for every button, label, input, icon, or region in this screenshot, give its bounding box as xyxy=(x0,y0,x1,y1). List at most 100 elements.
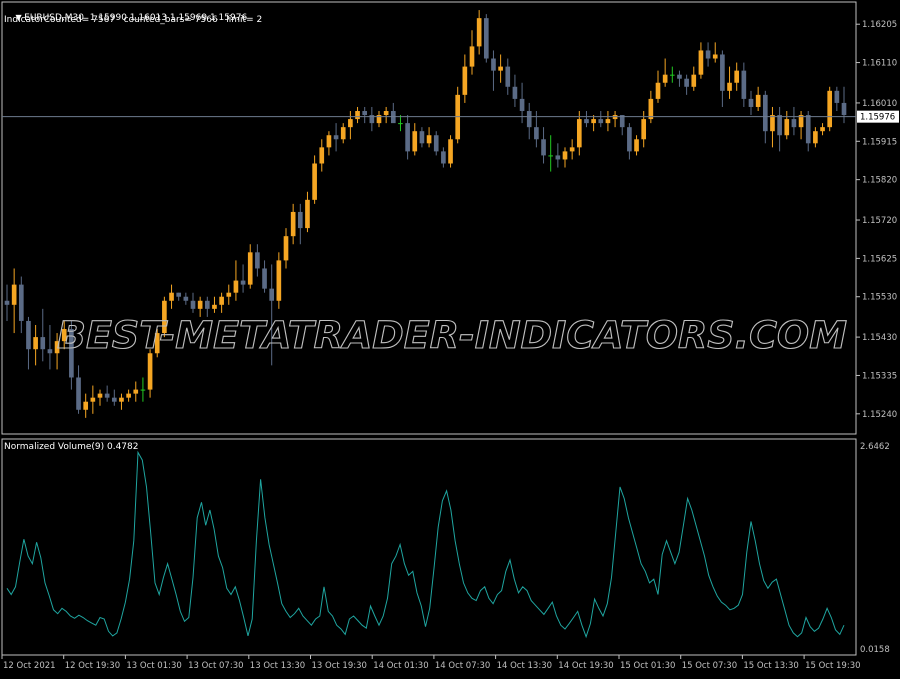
candle-body xyxy=(305,199,310,229)
candle-body xyxy=(712,54,718,59)
candle-body xyxy=(548,155,554,157)
candle-body xyxy=(491,58,496,71)
price-tick-label: 1.15625 xyxy=(862,254,897,264)
candle-body xyxy=(405,123,410,152)
candle-body xyxy=(691,74,697,87)
candle-body xyxy=(133,389,139,394)
candle-body xyxy=(684,78,689,87)
candle-body xyxy=(419,131,425,144)
time-tick-label: 15 Oct 19:30 xyxy=(805,661,860,671)
candle-body xyxy=(526,111,532,128)
candle-body xyxy=(555,155,561,160)
price-tick-label: 1.15335 xyxy=(862,371,897,381)
price-tick-label: 1.16010 xyxy=(862,99,897,109)
candle-body xyxy=(283,236,289,261)
candle-body xyxy=(219,296,224,305)
candle-body xyxy=(140,389,146,391)
candle-body xyxy=(777,115,782,136)
time-tick-label: 14 Oct 13:30 xyxy=(497,661,552,671)
watermark-text: BEST-METATRADER-INDICATORS.COM xyxy=(57,314,847,357)
candle-body xyxy=(576,119,582,148)
time-tick-label: 15 Oct 13:30 xyxy=(743,661,798,671)
candle-body xyxy=(290,211,296,237)
candle-body xyxy=(190,300,196,309)
candle-body xyxy=(605,119,611,124)
candle-body xyxy=(541,139,546,156)
indicator-counter-label: IndicatorCounted= 7567 counted_bars= 756… xyxy=(4,15,263,25)
candle-body xyxy=(770,115,775,132)
candle-body xyxy=(476,18,482,47)
candle-body xyxy=(669,74,675,76)
candle-body xyxy=(240,280,246,285)
time-tick-label: 14 Oct 01:30 xyxy=(373,661,428,671)
candle-body xyxy=(426,135,432,144)
candle-body xyxy=(26,320,31,350)
candle-body xyxy=(655,82,661,99)
candle-body xyxy=(598,119,604,124)
candle-body xyxy=(97,393,103,398)
candle-body xyxy=(212,304,217,309)
candle-body xyxy=(340,127,346,140)
price-tick-label: 1.15430 xyxy=(862,333,897,343)
candle-body xyxy=(505,66,511,87)
candle-body xyxy=(820,127,825,132)
candle-body xyxy=(362,111,368,116)
candle-body xyxy=(627,127,632,152)
candle-body xyxy=(734,70,740,83)
time-tick-label: 13 Oct 13:30 xyxy=(250,661,305,671)
time-tick-label: 13 Oct 07:30 xyxy=(188,661,243,671)
candle-body xyxy=(469,46,475,67)
candle-body xyxy=(111,397,117,402)
candle-body xyxy=(483,18,489,59)
candle-body xyxy=(591,119,596,124)
price-tick-label: 1.15530 xyxy=(862,293,897,303)
candle-body xyxy=(398,123,403,125)
price-tick-label: 1.16110 xyxy=(862,59,897,69)
candle-body xyxy=(805,115,811,144)
current-price-label: 1.15976 xyxy=(860,113,895,123)
candle-body xyxy=(827,90,833,128)
candle-body xyxy=(11,284,17,305)
candle-body xyxy=(76,377,81,410)
time-tick-label: 13 Oct 01:30 xyxy=(126,661,181,671)
price-tick-label: 1.16205 xyxy=(862,20,897,30)
candle-body xyxy=(519,98,525,112)
candle-body xyxy=(462,66,468,95)
candle-body xyxy=(534,127,539,140)
candle-body xyxy=(433,135,439,152)
candle-body xyxy=(255,252,260,269)
time-tick-label: 14 Oct 07:30 xyxy=(435,661,490,671)
candle-body xyxy=(648,98,654,120)
candle-body xyxy=(204,300,210,309)
candle-body xyxy=(47,349,53,354)
time-tick-label: 15 Oct 01:30 xyxy=(620,661,675,671)
candle-body xyxy=(562,151,568,160)
time-tick-label: 13 Oct 19:30 xyxy=(312,661,367,671)
candle-body xyxy=(176,292,182,297)
candle-body xyxy=(705,50,711,59)
candle-body xyxy=(784,119,790,136)
candle-body xyxy=(383,111,389,116)
candle-body xyxy=(4,300,10,305)
candle-body xyxy=(569,147,575,152)
candle-body xyxy=(662,74,668,83)
time-tick-label: 12 Oct 2021 xyxy=(3,661,56,671)
candle-body xyxy=(147,353,153,390)
time-tick-label: 12 Oct 19:30 xyxy=(65,661,120,671)
candle-body xyxy=(762,94,768,132)
candle-body xyxy=(813,131,818,144)
metatrader-chart-window[interactable]: 1.16205 1.16110 1.16010 1.15915 1.15820 1.157… xyxy=(0,0,900,675)
candle-body xyxy=(741,70,747,99)
candle-body xyxy=(333,135,339,140)
candle-body xyxy=(90,397,96,402)
price-tick-label: 1.15915 xyxy=(862,137,897,147)
candle-body xyxy=(720,54,725,91)
candle-body xyxy=(233,280,239,293)
candle-body xyxy=(119,397,124,402)
time-tick-label: 14 Oct 19:30 xyxy=(558,661,613,671)
volume-max-label: 2.6462 xyxy=(860,442,890,452)
candle-body xyxy=(641,119,647,140)
candle-body xyxy=(169,292,174,301)
candle-body xyxy=(319,147,325,164)
chart-canvas[interactable]: 1.16205 1.16110 1.16010 1.15915 1.15820 1.157… xyxy=(0,0,900,675)
